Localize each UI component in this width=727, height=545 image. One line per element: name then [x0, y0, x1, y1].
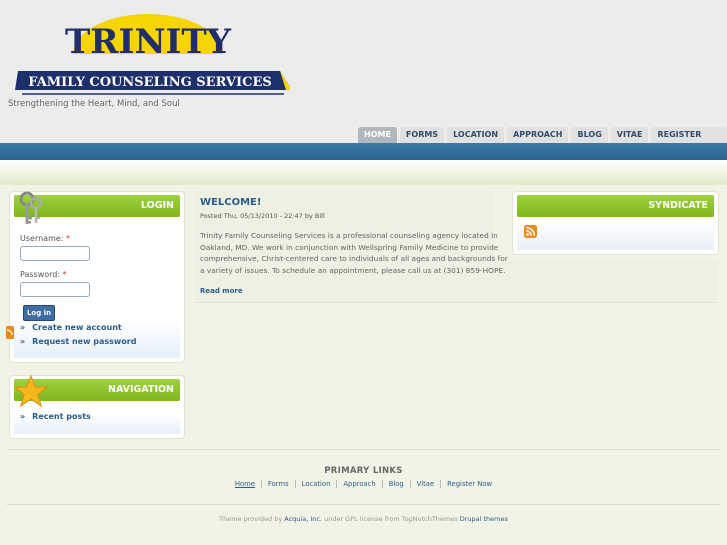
footer-link-forms[interactable]: Forms: [261, 480, 296, 488]
nav-blog[interactable]: BLOG: [571, 127, 608, 143]
recent-posts-link[interactable]: » Recent posts: [20, 412, 91, 421]
footer-link-vitae[interactable]: Vitae: [410, 480, 442, 488]
site-logo[interactable]: TRINITY FAMILY COUNSELING SERVICES: [10, 10, 290, 98]
password-label: Password: *: [20, 270, 67, 279]
footer-divider: [7, 449, 720, 450]
post-body: Trinity Family Counseling Services is a …: [200, 231, 508, 275]
post-title[interactable]: WELCOME!: [200, 197, 261, 208]
header-gradient-band: [0, 160, 727, 185]
nav-location[interactable]: LOCATION: [447, 127, 505, 143]
footer-link-blog[interactable]: Blog: [382, 480, 411, 488]
logo-name-bottom: FAMILY COUNSELING SERVICES: [28, 75, 272, 90]
drupal-themes-link[interactable]: Drupal themes: [460, 515, 508, 523]
nav-home[interactable]: HOME: [358, 127, 397, 143]
syndicate-block-title: SYNDICATE: [517, 195, 714, 217]
request-password-link[interactable]: » Request new password: [20, 337, 136, 346]
acquia-link[interactable]: Acquia, Inc.: [284, 515, 322, 523]
primary-links-title: PRIMARY LINKS: [324, 466, 403, 476]
footer-link-register-now[interactable]: Register Now: [441, 480, 498, 488]
password-input[interactable]: [20, 282, 90, 297]
syndicate-block: SYNDICATE: [512, 191, 719, 255]
post-meta: Posted Thu, 05/13/2010 - 22:47 by Bill: [200, 212, 325, 220]
footer-credits: Theme provided by Acquia, Inc. under GPL…: [219, 515, 508, 523]
footer-links: Home Forms Location Approach Blog Vitae Regist…: [0, 480, 727, 488]
keys-icon: [19, 191, 43, 224]
username-input[interactable]: [20, 246, 90, 261]
rss-feed-icon[interactable]: [524, 225, 537, 238]
rss-fragment-icon: [6, 326, 14, 339]
username-label: Username: *: [20, 234, 71, 243]
site-header: TRINITY FAMILY COUNSELING SERVICES Stren…: [0, 0, 727, 155]
nav-vitae[interactable]: VITAE: [610, 127, 649, 143]
star-icon: [13, 375, 49, 408]
footer-link-location[interactable]: Location: [295, 480, 338, 488]
nav-forms[interactable]: FORMS: [399, 127, 445, 143]
primary-nav: HOME FORMS LOCATION APPROACH BLOG VITAE …: [358, 127, 727, 155]
footer-divider-bottom: [7, 504, 720, 505]
nav-register-now[interactable]: REGISTER NOW: [651, 127, 727, 155]
login-button[interactable]: Log in: [23, 305, 55, 321]
read-more-link[interactable]: Read more: [200, 287, 243, 295]
logo-name-top: TRINITY: [65, 22, 232, 62]
site-slogan: Strengthening the Heart, Mind, and Soul: [8, 99, 180, 109]
footer-link-approach[interactable]: Approach: [337, 480, 383, 488]
create-account-link[interactable]: » Create new account: [20, 323, 122, 332]
header-blue-bar: [0, 143, 727, 160]
nav-approach[interactable]: APPROACH: [507, 127, 569, 143]
footer-link-home[interactable]: Home: [228, 480, 262, 488]
